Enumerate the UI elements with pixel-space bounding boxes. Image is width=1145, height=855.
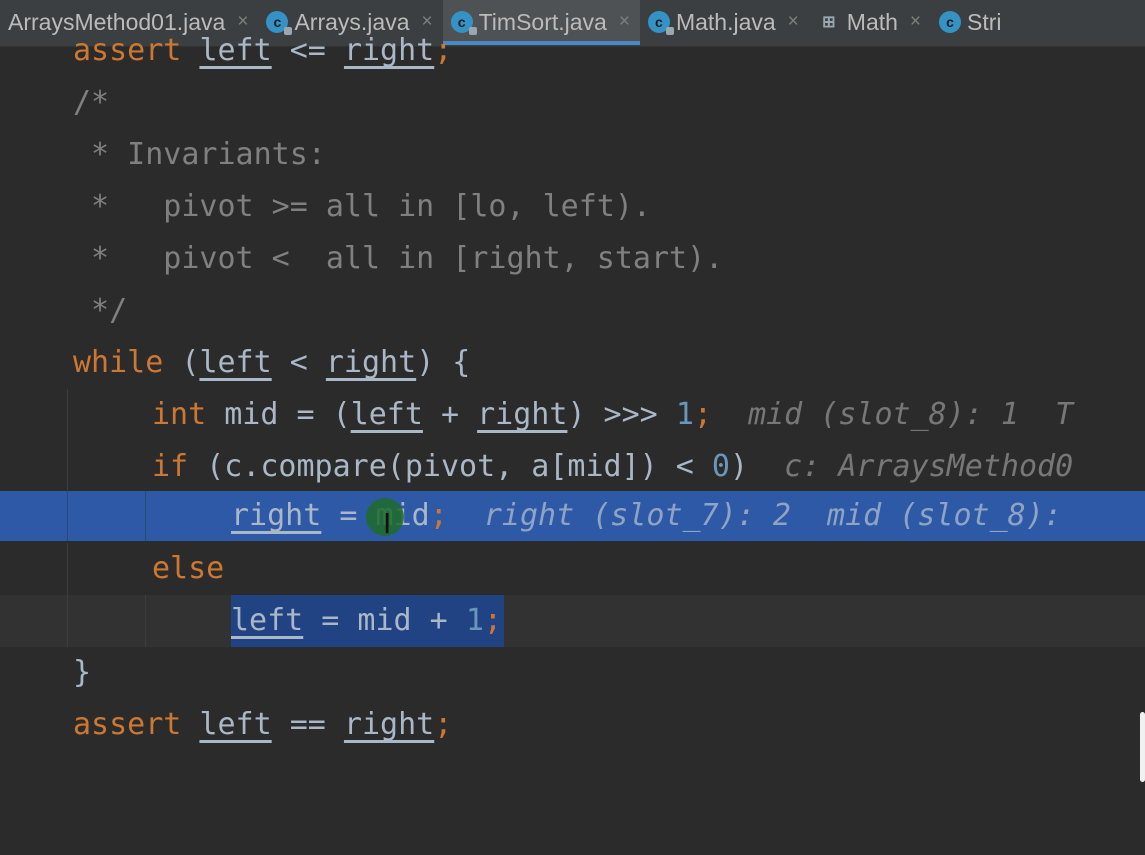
caret-line[interactable]: left = mid + 1;: [0, 595, 1145, 647]
indent-guide: [67, 543, 68, 595]
code-line[interactable]: * pivot < all in [right, start).: [0, 233, 1145, 285]
indent-guide: [145, 491, 146, 541]
comment: * pivot < all in [right, start).: [73, 241, 724, 276]
debug-inline-value: right (slot_7): 2 mid (slot_8):: [483, 498, 1062, 533]
number-literal: 1: [675, 397, 694, 432]
code-text: (: [163, 345, 200, 380]
variable: left: [199, 33, 272, 68]
code-line[interactable]: while (left < right) {: [0, 337, 1145, 389]
code-line[interactable]: * pivot >= all in [lo, left).: [0, 181, 1145, 233]
text-selection[interactable]: left = mid + 1;: [231, 595, 504, 647]
indent-guide: [67, 491, 68, 541]
code-text: ) {: [416, 345, 471, 380]
code-line[interactable]: int mid = (left + right) >>> 1; mid (slo…: [0, 389, 1145, 441]
closing-brace: }: [73, 655, 92, 690]
comment: */: [73, 293, 128, 328]
number-literal: 0: [711, 449, 730, 484]
variable: left: [199, 345, 272, 380]
code-line[interactable]: */: [0, 285, 1145, 337]
comment: /*: [73, 85, 110, 120]
code-text: (c.compare(pivot, a[mid]) <: [188, 449, 712, 484]
semicolon: ;: [483, 603, 502, 638]
variable: right: [231, 498, 322, 533]
keyword: else: [152, 551, 225, 586]
code-text: ) >>>: [567, 397, 676, 432]
indent-guide: [67, 389, 68, 441]
keyword: assert: [73, 707, 182, 742]
code-line[interactable]: assert left <= right;: [0, 25, 1145, 77]
code-text: = mid +: [303, 603, 466, 638]
semicolon: ;: [429, 498, 448, 533]
semicolon: ;: [434, 33, 453, 68]
execution-point-line[interactable]: right = mid; right (slot_7): 2 mid (slot…: [0, 491, 1145, 541]
semicolon: ;: [693, 397, 712, 432]
code-line[interactable]: }: [0, 647, 1145, 699]
indent-guide: [145, 595, 146, 647]
semicolon: ;: [434, 707, 453, 742]
operator: +: [422, 397, 478, 432]
variable: left: [350, 397, 423, 432]
variable: right: [325, 345, 417, 380]
indent-guide: [67, 441, 68, 493]
code-line[interactable]: * Invariants:: [0, 129, 1145, 181]
debug-inline-value: mid (slot_8): 1 T: [748, 397, 1074, 432]
operator: <=: [271, 33, 344, 68]
code-editor[interactable]: assert left <= right; /* * Invariants: *…: [0, 33, 1145, 782]
variable: left: [231, 603, 304, 638]
code-text: ): [729, 449, 749, 484]
operator: ==: [271, 707, 344, 742]
variable: right: [477, 397, 568, 432]
keyword: assert: [73, 33, 182, 68]
code-line[interactable]: /*: [0, 77, 1145, 129]
number-literal: 1: [465, 603, 484, 638]
indent-guide: [67, 595, 68, 647]
variable: left: [199, 707, 272, 742]
scrollbar-thumb[interactable]: [1140, 712, 1145, 782]
variable: right: [343, 33, 435, 68]
code-text: mid = (: [206, 397, 351, 432]
keyword: int: [152, 397, 207, 432]
code-line[interactable]: if (c.compare(pivot, a[mid]) < 0) c: Arr…: [0, 441, 1145, 493]
code-line[interactable]: assert left == right;: [0, 699, 1145, 751]
debug-inline-value: c: ArraysMethod0: [784, 449, 1074, 484]
comment: * Invariants:: [73, 137, 326, 172]
keyword: if: [152, 449, 189, 484]
operator: <: [271, 345, 326, 380]
comment: * pivot >= all in [lo, left).: [73, 189, 651, 224]
text-cursor-icon: I: [383, 507, 392, 540]
keyword: while: [73, 345, 164, 380]
variable: right: [343, 707, 435, 742]
code-line[interactable]: else: [0, 543, 1145, 595]
